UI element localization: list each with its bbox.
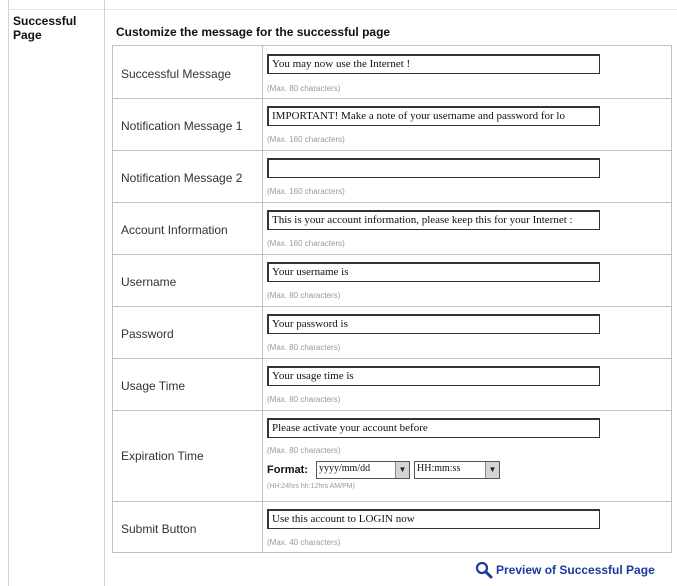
- left-divider: [8, 0, 9, 586]
- usage-time-input[interactable]: Your usage time is: [267, 366, 600, 386]
- username-input[interactable]: Your username is: [267, 262, 600, 282]
- password-input[interactable]: Your password is: [267, 314, 600, 334]
- field-label: Account Information: [121, 223, 228, 237]
- row-notification-1: Notification Message 1 IMPORTANT! Make a…: [113, 99, 671, 151]
- time-format-select[interactable]: HH:mm:ss ▼: [414, 461, 500, 479]
- field-hint: (Max. 80 characters): [267, 291, 341, 300]
- notification-message-2-input[interactable]: [267, 158, 600, 178]
- chevron-down-icon: ▼: [395, 462, 409, 478]
- field-hint: (Max. 80 characters): [267, 84, 341, 93]
- row-successful-message: Successful Message You may now use the I…: [113, 46, 671, 99]
- date-format-select[interactable]: yyyy/mm/dd ▼: [316, 461, 410, 479]
- format-label: Format:: [267, 464, 308, 476]
- format-note: (HH:24hrs hh:12hrs AM/PM): [267, 483, 355, 490]
- top-divider: [8, 9, 677, 10]
- field-label: Usage Time: [121, 379, 186, 393]
- row-account-information: Account Information This is your account…: [113, 203, 671, 255]
- magnifier-icon: [475, 561, 493, 579]
- account-information-input[interactable]: This is your account information, please…: [267, 210, 600, 230]
- field-hint: (Max. 160 characters): [267, 135, 345, 144]
- field-label: Successful Message: [121, 67, 232, 81]
- field-hint: (Max. 80 characters): [267, 395, 341, 404]
- field-label: Username: [121, 275, 177, 289]
- row-username: Username Your username is (Max. 80 chara…: [113, 255, 671, 307]
- field-label: Submit Button: [121, 522, 197, 536]
- row-notification-2: Notification Message 2 (Max. 160 charact…: [113, 151, 671, 203]
- notification-message-1-input[interactable]: IMPORTANT! Make a note of your username …: [267, 106, 600, 126]
- submit-button-input[interactable]: Use this account to LOGIN now: [267, 509, 600, 529]
- expiration-time-input[interactable]: Please activate your account before: [267, 418, 600, 438]
- field-hint: (Max. 160 characters): [267, 239, 345, 248]
- time-format-value: HH:mm:ss: [417, 463, 461, 474]
- field-label: Password: [121, 327, 174, 341]
- page-heading: Customize the message for the successful…: [116, 25, 391, 39]
- row-expiration-time: Expiration Time Please activate your acc…: [113, 411, 671, 502]
- field-label: Expiration Time: [121, 449, 204, 463]
- row-usage-time: Usage Time Your usage time is (Max. 80 c…: [113, 359, 671, 411]
- row-submit-button: Submit Button Use this account to LOGIN …: [113, 502, 671, 552]
- field-hint: (Max. 40 characters): [267, 538, 341, 547]
- field-label: Notification Message 2: [121, 171, 243, 185]
- section-title: Successful Page: [13, 14, 77, 42]
- field-hint: (Max. 160 characters): [267, 187, 345, 196]
- chevron-down-icon: ▼: [485, 462, 499, 478]
- field-hint: (Max. 80 characters): [267, 446, 341, 455]
- successful-message-input[interactable]: You may now use the Internet !: [267, 54, 600, 74]
- section-divider: [104, 0, 105, 586]
- settings-panel: Successful Message You may now use the I…: [112, 45, 672, 553]
- preview-link-label: Preview of Successful Page: [496, 563, 655, 577]
- field-label: Notification Message 1: [121, 119, 243, 133]
- field-hint: (Max. 80 characters): [267, 343, 341, 352]
- date-format-value: yyyy/mm/dd: [319, 463, 371, 474]
- row-password: Password Your password is (Max. 80 chara…: [113, 307, 671, 359]
